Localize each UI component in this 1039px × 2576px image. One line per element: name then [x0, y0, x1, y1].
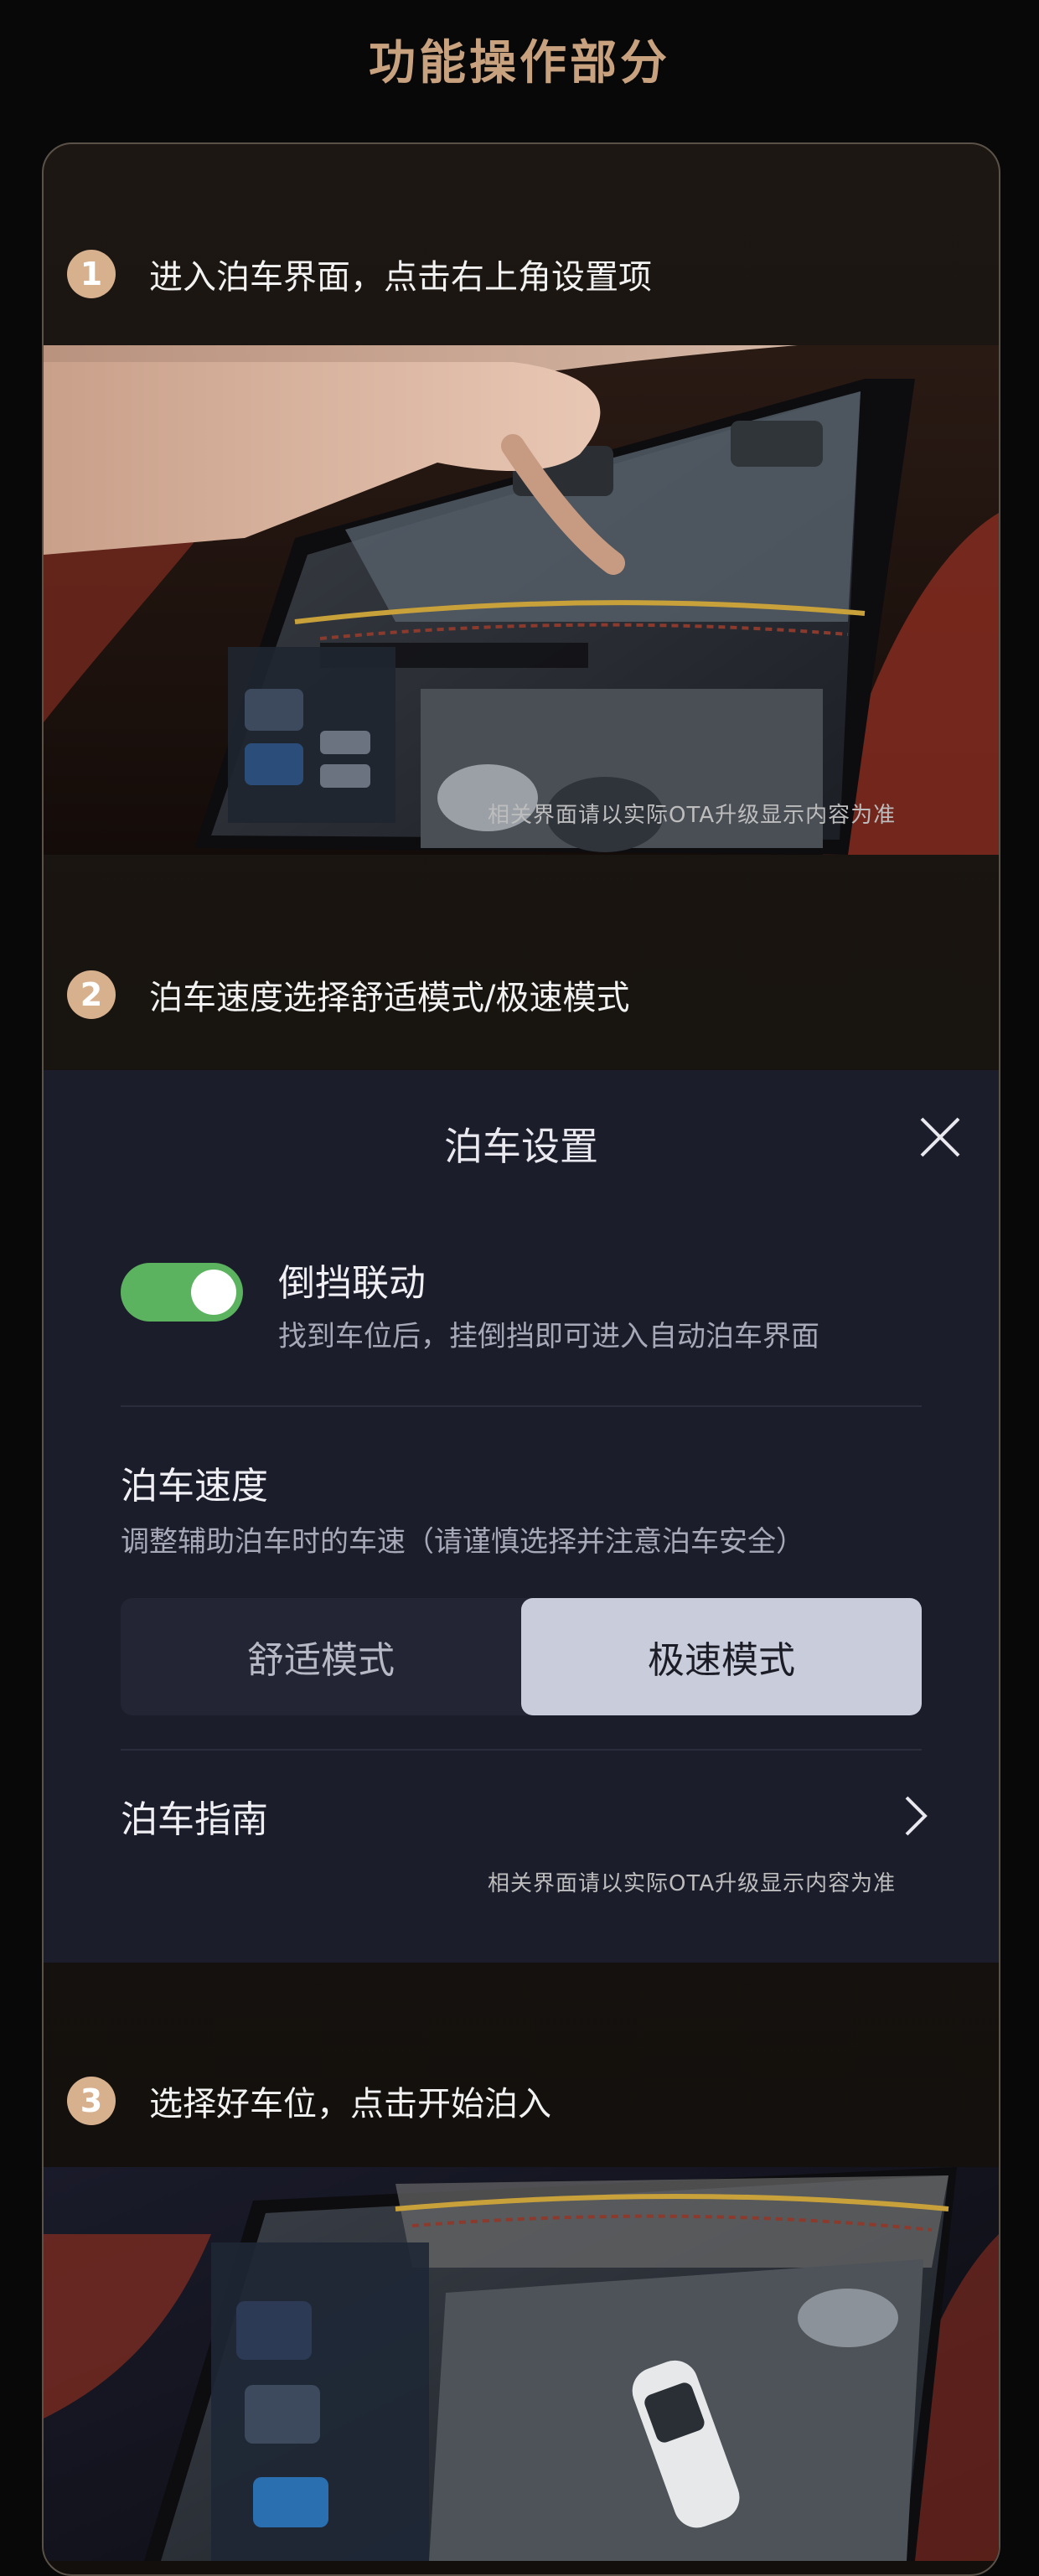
step-1: 1 进入泊车界面，点击右上角设置项	[44, 241, 999, 308]
photo-illustration	[44, 2167, 999, 2561]
divider	[121, 1749, 922, 1751]
parking-speed-label: 泊车速度	[121, 1465, 268, 1508]
settings-title: 泊车设置	[444, 1124, 598, 1169]
step-text: 进入泊车界面，点击右上角设置项	[149, 258, 652, 297]
instruction-card: 1 进入泊车界面，点击右上角设置项 相关界面请以实际OTA升级显示内容为准 2 …	[42, 142, 1000, 2576]
parking-guide-label[interactable]: 泊车指南	[121, 1789, 268, 1843]
close-icon	[920, 1117, 960, 1157]
reverse-link-toggle[interactable]	[121, 1263, 243, 1322]
parking-speed-description: 调整辅助泊车时的车速（请谨慎选择并注意泊车安全）	[121, 1525, 804, 1559]
step-text: 选择好车位，点击开始泊入	[149, 2085, 551, 2123]
page-title: 功能操作部分	[369, 36, 670, 91]
step-2: 2 泊车速度选择舒适模式/极速模式	[44, 961, 999, 1028]
step-text: 泊车速度选择舒适模式/极速模式	[149, 979, 630, 1017]
comfort-mode-option[interactable]: 舒适模式	[121, 1598, 521, 1715]
parking-screen-photo-2	[44, 2167, 999, 2561]
ota-note: 相关界面请以实际OTA升级显示内容为准	[488, 1871, 897, 1896]
step-number: 2	[67, 970, 116, 1019]
parking-screen-photo-1: 相关界面请以实际OTA升级显示内容为准	[44, 345, 999, 855]
reverse-link-description: 找到车位后，挂倒挡即可进入自动泊车界面	[278, 1320, 819, 1353]
step-number: 1	[67, 250, 116, 298]
close-button[interactable]	[915, 1112, 965, 1162]
fast-mode-option[interactable]: 极速模式	[521, 1598, 922, 1715]
page: 功能操作部分 1 进入泊车界面，点击右上角设置项 相关界面请以实际OTA升级显示…	[0, 0, 1039, 2576]
step-3: 3 选择好车位，点击开始泊入	[44, 2067, 999, 2134]
step-number: 3	[67, 2077, 116, 2125]
chevron-right-icon	[905, 1796, 928, 1836]
parking-settings-panel: 泊车设置 倒挡联动 找到车位后，挂倒挡即可进入自动泊车界面 泊车速度 调整辅助泊…	[44, 1070, 999, 1963]
parking-guide-button[interactable]	[898, 1791, 932, 1841]
ota-note: 相关界面请以实际OTA升级显示内容为准	[488, 803, 897, 828]
photo-illustration	[44, 345, 999, 855]
divider	[121, 1405, 922, 1407]
toggle-knob	[191, 1270, 236, 1315]
speed-mode-selector: 舒适模式 极速模式	[121, 1598, 922, 1715]
reverse-link-label: 倒挡联动	[278, 1262, 426, 1305]
